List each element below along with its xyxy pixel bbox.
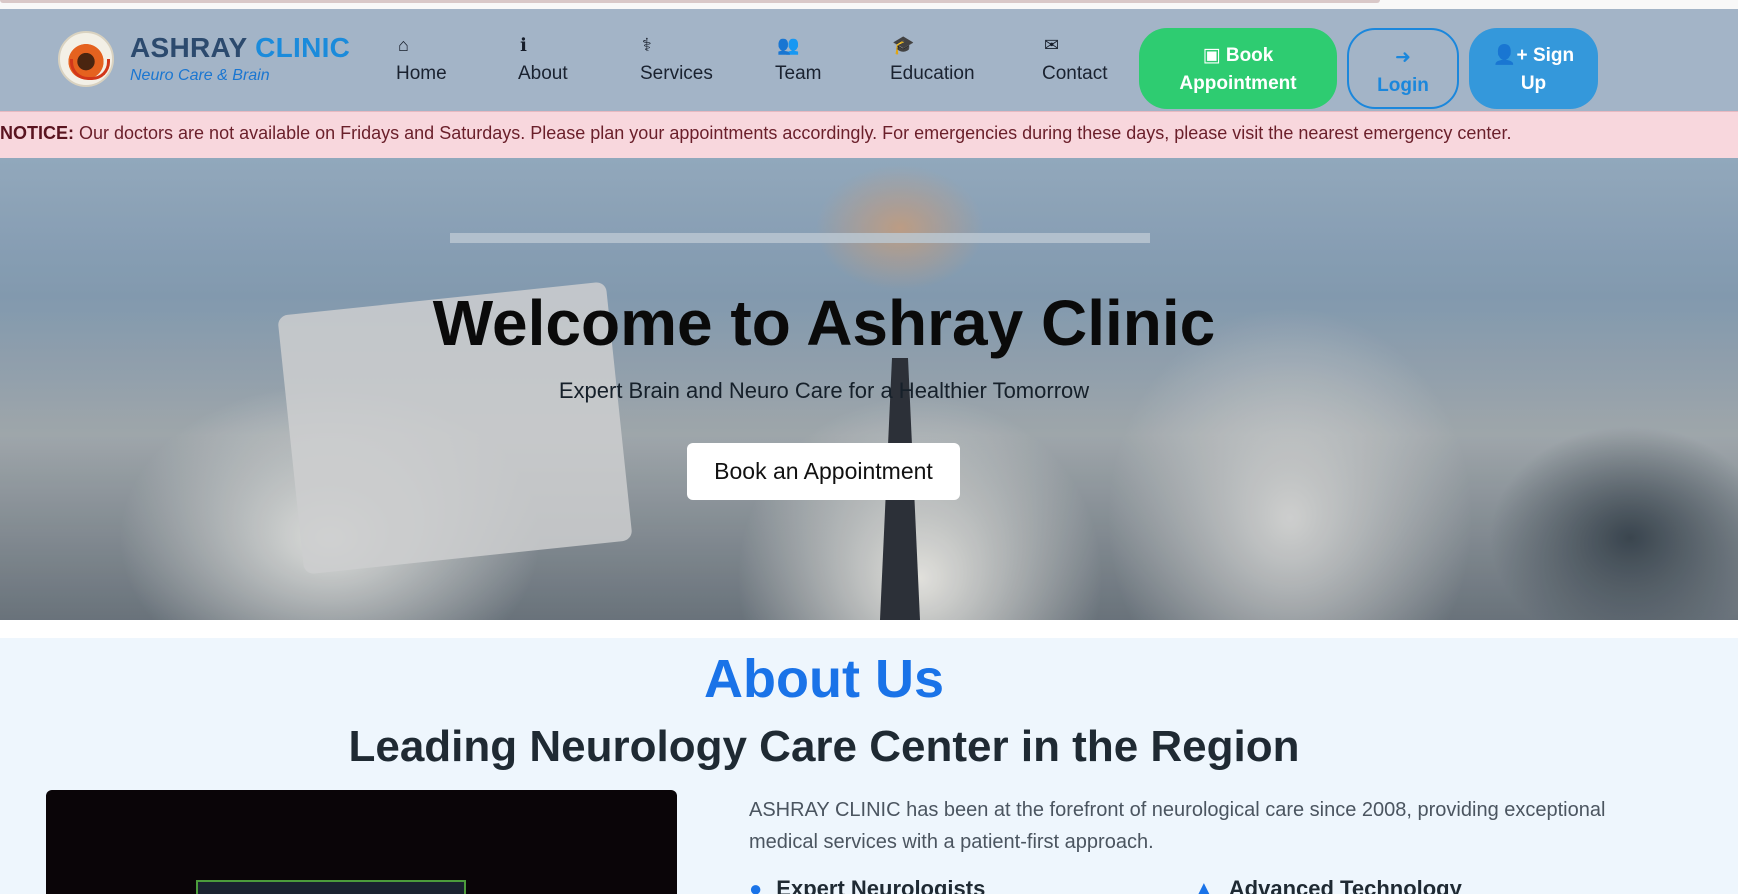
book-appointment-button[interactable]: ▣ Book Appointment: [1139, 28, 1337, 109]
info-icon: ℹ: [520, 35, 527, 55]
nav-team[interactable]: 👥 Team: [775, 35, 821, 95]
hero-section: Welcome to Ashray Clinic Expert Brain an…: [0, 158, 1738, 620]
section-divider: [0, 620, 1738, 638]
brand[interactable]: ASHRAY CLINIC Neuro Care & Brain: [58, 31, 350, 87]
signup-label-2: Up: [1520, 73, 1547, 94]
nav-contact-label: Contact: [1042, 63, 1108, 84]
stethoscope-icon: ⚕: [642, 35, 652, 55]
nav-home[interactable]: ⌂ Home: [396, 35, 447, 95]
signup-label-1: Sign: [1532, 45, 1575, 66]
nav-education-label: Education: [890, 63, 975, 84]
envelope-icon: ✉: [1044, 35, 1060, 55]
calendar-icon: ▣: [1202, 45, 1221, 66]
feature-advanced-technology: ▲ Advanced Technology: [1193, 876, 1462, 894]
feature-label: Advanced Technology: [1228, 876, 1462, 894]
nav-education[interactable]: 🎓 Education: [890, 35, 975, 95]
about-subtitle: Leading Neurology Care Center in the Reg…: [348, 722, 1300, 771]
login-label: Login: [1377, 75, 1429, 96]
brand-title-main: ASHRAY: [130, 32, 247, 63]
feature-label: Expert Neurologists: [776, 876, 986, 894]
feature-expert-neurologists: ● Expert Neurologists: [749, 876, 985, 894]
book-appointment-label-1: Book: [1225, 45, 1274, 66]
about-image: [46, 790, 677, 894]
graduation-cap-icon: 🎓: [892, 35, 915, 55]
home-icon: ⌂: [398, 35, 409, 55]
notice-banner: NOTICE: Our doctors are not available on…: [0, 111, 1738, 158]
scroll-indicator[interactable]: [0, 0, 1380, 3]
navbar: ASHRAY CLINIC Neuro Care & Brain ⌂ Home …: [0, 9, 1738, 111]
user-doctor-icon: ●: [749, 876, 763, 894]
microscope-icon: ▲: [1193, 876, 1215, 894]
scroll-strip: [0, 0, 1738, 9]
users-icon: 👥: [777, 35, 800, 55]
signup-button[interactable]: 👤+ Sign Up: [1469, 28, 1598, 109]
brand-subtitle: Neuro Care & Brain: [130, 67, 270, 84]
notice-lead: NOTICE:: [0, 123, 74, 143]
hero-subtitle: Expert Brain and Neuro Care for a Health…: [558, 378, 1090, 403]
about-title: About Us: [704, 649, 944, 709]
nav-contact[interactable]: ✉ Contact: [1042, 35, 1107, 95]
nav-home-label: Home: [396, 63, 447, 84]
nav-about[interactable]: ℹ About: [518, 35, 568, 95]
hero-book-button[interactable]: Book an Appointment: [687, 443, 960, 500]
user-plus-icon: 👤+: [1492, 45, 1528, 66]
brand-title: ASHRAY CLINIC: [130, 33, 350, 63]
clinic-logo: [58, 31, 114, 87]
nav-services[interactable]: ⚕ Services: [640, 35, 713, 95]
login-button[interactable]: ➜ Login: [1347, 28, 1459, 109]
brand-title-accent: CLINIC: [255, 32, 351, 63]
notice-text: Our doctors are not available on Fridays…: [74, 123, 1512, 143]
nav-services-label: Services: [640, 63, 713, 84]
nav-team-label: Team: [775, 63, 822, 84]
hero-title: Welcome to Ashray Clinic: [432, 287, 1216, 359]
nav-about-label: About: [518, 63, 568, 84]
about-image-detail: [196, 880, 466, 894]
about-text: ASHRAY CLINIC has been at the forefront …: [749, 799, 1606, 853]
brand-text: ASHRAY CLINIC Neuro Care & Brain: [130, 33, 350, 85]
sign-in-icon: ➜: [1395, 47, 1411, 68]
book-appointment-label-2: Appointment: [1179, 73, 1297, 94]
